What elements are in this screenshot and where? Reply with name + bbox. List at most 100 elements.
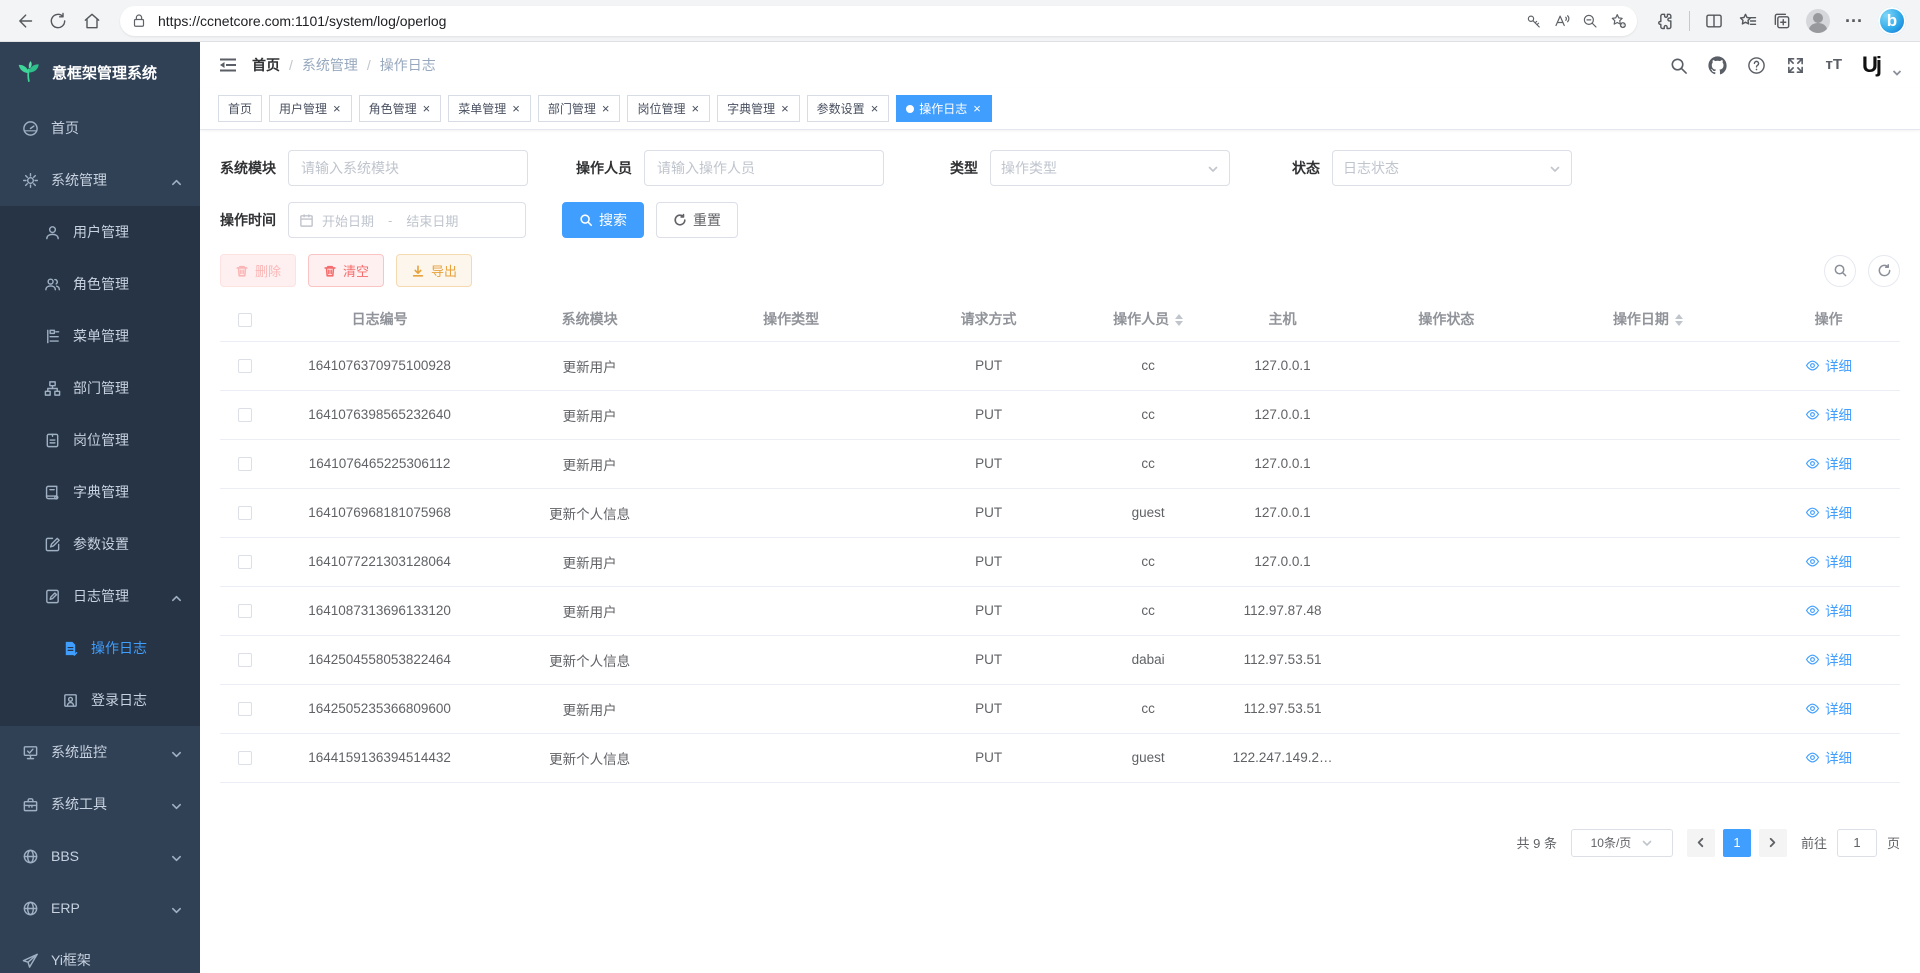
- search-button[interactable]: 搜索: [562, 202, 644, 238]
- chevron-down-icon[interactable]: [1892, 65, 1902, 75]
- password-key-icon[interactable]: [1525, 12, 1543, 30]
- row-checkbox[interactable]: [238, 751, 252, 765]
- sidebar-item-erp[interactable]: ERP: [0, 882, 200, 934]
- address-bar[interactable]: https://ccnetcore.com:1101/system/log/op…: [120, 6, 1637, 36]
- module-input[interactable]: [301, 160, 515, 176]
- read-aloud-icon[interactable]: [1553, 12, 1571, 30]
- sidebar-item-system-mgmt[interactable]: 系统管理: [0, 154, 200, 206]
- detail-link[interactable]: 详细: [1805, 698, 1852, 718]
- sidebar-item-dict-mgmt[interactable]: 字典管理: [0, 466, 200, 518]
- row-checkbox[interactable]: [238, 408, 252, 422]
- sidebar-item-param-settings[interactable]: 参数设置: [0, 518, 200, 570]
- date-range-picker[interactable]: 开始日期 - 结束日期: [288, 202, 526, 238]
- search-icon[interactable]: [1669, 56, 1688, 75]
- split-screen-icon[interactable]: [1704, 11, 1724, 31]
- goto-page-input[interactable]: [1837, 829, 1877, 857]
- back-icon[interactable]: [14, 11, 34, 31]
- next-page-button[interactable]: [1759, 829, 1787, 857]
- close-icon[interactable]: ×: [511, 102, 521, 115]
- col-date[interactable]: 操作日期: [1539, 297, 1757, 341]
- detail-link[interactable]: 详细: [1805, 453, 1852, 473]
- url-text[interactable]: https://ccnetcore.com:1101/system/log/op…: [158, 13, 1515, 29]
- row-checkbox[interactable]: [238, 457, 252, 471]
- favorites-list-icon[interactable]: [1738, 11, 1758, 31]
- col-operator[interactable]: 操作人员: [1085, 297, 1211, 341]
- browser-profile-avatar[interactable]: [1806, 9, 1830, 33]
- tab-param-settings[interactable]: 参数设置 ×: [807, 95, 890, 122]
- sidebar-item-system-monitor[interactable]: 系统监控: [0, 726, 200, 778]
- lock-icon[interactable]: [130, 12, 148, 30]
- home-icon[interactable]: [82, 11, 102, 31]
- tab-role-mgmt[interactable]: 角色管理 ×: [359, 95, 442, 122]
- sidebar-item-system-tools[interactable]: 系统工具: [0, 778, 200, 830]
- sidebar-item-dept-mgmt[interactable]: 部门管理: [0, 362, 200, 414]
- sidebar-item-post-mgmt[interactable]: 岗位管理: [0, 414, 200, 466]
- tab-menu-mgmt[interactable]: 菜单管理 ×: [448, 95, 531, 122]
- breadcrumb-home[interactable]: 首页: [252, 55, 280, 75]
- close-icon[interactable]: ×: [870, 102, 880, 115]
- extensions-icon[interactable]: [1655, 11, 1675, 31]
- page-size-select[interactable]: 10条/页: [1571, 829, 1673, 857]
- select-all-checkbox[interactable]: [238, 313, 252, 327]
- row-checkbox[interactable]: [238, 604, 252, 618]
- tab-dept-mgmt[interactable]: 部门管理 ×: [538, 95, 621, 122]
- row-checkbox[interactable]: [238, 359, 252, 373]
- close-icon[interactable]: ×: [690, 102, 700, 115]
- sidebar-item-home[interactable]: 首页: [0, 102, 200, 154]
- refresh-table-button[interactable]: [1868, 255, 1900, 287]
- tab-home[interactable]: 首页: [218, 95, 262, 122]
- sidebar-collapse-icon[interactable]: [218, 55, 238, 75]
- close-icon[interactable]: ×: [780, 102, 790, 115]
- close-icon[interactable]: ×: [601, 102, 611, 115]
- operator-input[interactable]: [657, 160, 871, 176]
- sidebar-item-yi-framework[interactable]: Yi框架: [0, 934, 200, 973]
- sidebar-item-role-mgmt[interactable]: 角色管理: [0, 258, 200, 310]
- tab-oper-log[interactable]: 操作日志 ×: [896, 95, 992, 122]
- row-checkbox[interactable]: [238, 702, 252, 716]
- close-icon[interactable]: ×: [972, 102, 982, 115]
- more-options-icon[interactable]: ···: [1844, 11, 1864, 31]
- row-checkbox[interactable]: [238, 555, 252, 569]
- sidebar-item-log-mgmt[interactable]: 日志管理: [0, 570, 200, 622]
- row-checkbox[interactable]: [238, 653, 252, 667]
- detail-link[interactable]: 详细: [1805, 600, 1852, 620]
- tab-user-mgmt[interactable]: 用户管理 ×: [269, 95, 352, 122]
- fullscreen-icon[interactable]: [1786, 56, 1805, 75]
- collections-icon[interactable]: [1772, 11, 1792, 31]
- user-avatar-logo[interactable]: Uj: [1862, 54, 1880, 76]
- detail-link[interactable]: 详细: [1805, 355, 1852, 375]
- status-select[interactable]: 日志状态: [1332, 150, 1572, 186]
- bing-chat-icon[interactable]: b: [1878, 7, 1906, 35]
- refresh-icon[interactable]: [48, 11, 68, 31]
- close-icon[interactable]: ×: [422, 102, 432, 115]
- favorite-add-icon[interactable]: [1609, 12, 1627, 30]
- sidebar-item-menu-mgmt[interactable]: 菜单管理: [0, 310, 200, 362]
- detail-link[interactable]: 详细: [1805, 551, 1852, 571]
- prev-page-button[interactable]: [1687, 829, 1715, 857]
- sort-carets-icon[interactable]: [1675, 314, 1683, 326]
- row-checkbox[interactable]: [238, 506, 252, 520]
- tab-dict-mgmt[interactable]: 字典管理 ×: [717, 95, 800, 122]
- type-select[interactable]: 操作类型: [990, 150, 1230, 186]
- sidebar-item-login-log[interactable]: 登录日志: [0, 674, 200, 726]
- sidebar-item-bbs[interactable]: BBS: [0, 830, 200, 882]
- clear-button[interactable]: 清空: [308, 254, 384, 287]
- font-size-icon[interactable]: тT: [1825, 56, 1842, 75]
- detail-link[interactable]: 详细: [1805, 747, 1852, 767]
- detail-link[interactable]: 详细: [1805, 649, 1852, 669]
- sidebar-item-user-mgmt[interactable]: 用户管理: [0, 206, 200, 258]
- close-icon[interactable]: ×: [332, 102, 342, 115]
- zoom-out-icon[interactable]: [1581, 12, 1599, 30]
- sort-carets-icon[interactable]: [1175, 314, 1183, 326]
- export-button[interactable]: 导出: [396, 254, 472, 287]
- detail-link[interactable]: 详细: [1805, 502, 1852, 522]
- delete-button[interactable]: 删除: [220, 254, 296, 287]
- sidebar-item-oper-log[interactable]: 操作日志: [0, 622, 200, 674]
- github-icon[interactable]: [1708, 56, 1727, 75]
- help-icon[interactable]: [1747, 56, 1766, 75]
- detail-link[interactable]: 详细: [1805, 404, 1852, 424]
- toggle-search-button[interactable]: [1824, 255, 1856, 287]
- reset-button[interactable]: 重置: [656, 202, 738, 238]
- page-number-1[interactable]: 1: [1723, 829, 1751, 857]
- tab-post-mgmt[interactable]: 岗位管理 ×: [627, 95, 710, 122]
